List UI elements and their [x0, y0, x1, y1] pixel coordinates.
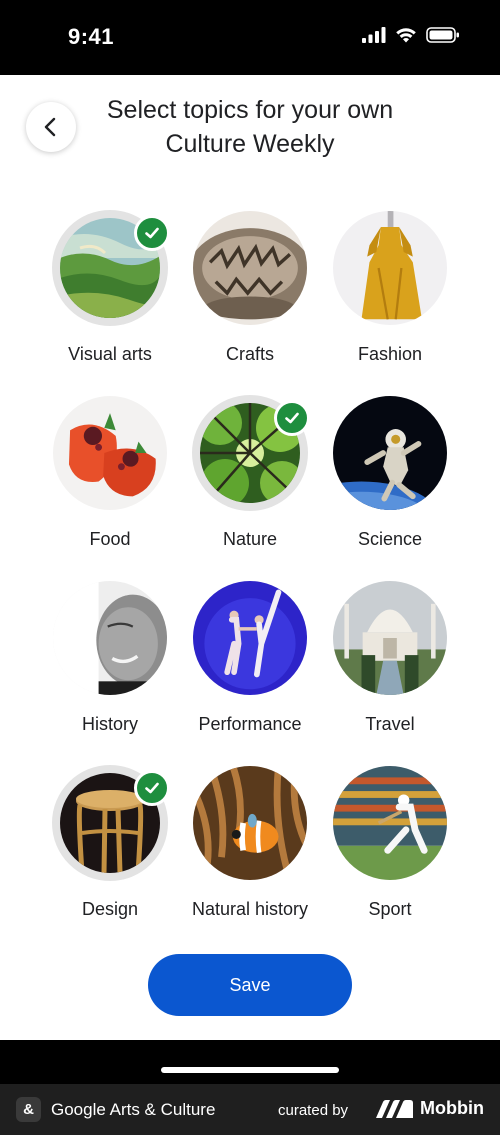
mobbin-brand: Mobbin — [376, 1098, 484, 1119]
status-bar: 9:41 — [0, 0, 500, 75]
topic-image-frame — [52, 210, 170, 326]
topic-food[interactable]: Food — [35, 395, 185, 550]
sport-image — [333, 766, 447, 880]
fashion-image — [333, 211, 447, 325]
crafts-image — [193, 211, 307, 325]
topic-label: Design — [81, 899, 139, 919]
topic-image-frame — [332, 395, 448, 511]
topic-performance[interactable]: Performance — [175, 580, 325, 735]
topic-label: Sport — [368, 899, 412, 919]
topic-label: Natural history — [191, 899, 309, 919]
topic-label: History — [81, 714, 138, 734]
topic-nature[interactable]: Nature — [175, 395, 325, 550]
travel-image — [333, 581, 447, 695]
status-time: 9:41 — [68, 24, 115, 49]
topic-selection-screen: Select topics for your own Culture Weekl… — [0, 75, 500, 1040]
topic-image-frame — [332, 210, 448, 326]
history-image — [53, 581, 167, 695]
topic-image-frame — [52, 765, 170, 881]
topic-crafts[interactable]: Crafts — [175, 210, 325, 365]
topic-visual-arts[interactable]: Visual arts — [35, 210, 185, 365]
topic-design[interactable]: Design — [35, 765, 185, 920]
curated-by-label: curated by — [278, 1102, 349, 1119]
food-image — [53, 396, 167, 510]
topic-image-frame — [332, 580, 448, 696]
natural-history-image — [193, 766, 307, 880]
battery-icon — [426, 27, 459, 43]
selected-check-icon — [274, 400, 310, 436]
topic-science[interactable]: Science — [315, 395, 465, 550]
topic-image-frame — [52, 395, 168, 511]
selected-check-icon — [134, 770, 170, 806]
topic-image-frame — [192, 395, 310, 511]
topic-travel[interactable]: Travel — [315, 580, 465, 735]
topic-label: Performance — [198, 714, 302, 734]
topic-history[interactable]: History — [35, 580, 185, 735]
mobbin-logo-icon — [376, 1099, 413, 1118]
topic-image-frame — [192, 210, 308, 326]
topic-label: Travel — [365, 714, 415, 734]
performance-image — [193, 581, 307, 695]
page-title: Select topics for your own Culture Weekl… — [106, 96, 394, 158]
topic-label: Food — [89, 529, 131, 549]
topic-natural-history[interactable]: Natural history — [175, 765, 325, 920]
save-button[interactable]: Save — [148, 954, 352, 1016]
app-icon: & — [16, 1097, 41, 1122]
topic-label: Nature — [222, 529, 278, 549]
signal-icon — [362, 27, 386, 43]
back-button[interactable] — [26, 102, 76, 152]
home-indicator-area — [0, 1040, 500, 1084]
topic-image-frame — [52, 580, 168, 696]
brand-name: Mobbin — [420, 1098, 484, 1118]
status-icons — [362, 27, 460, 43]
topic-sport[interactable]: Sport — [315, 765, 465, 920]
topic-image-frame — [192, 580, 308, 696]
home-indicator[interactable] — [161, 1067, 339, 1073]
topic-label: Fashion — [357, 344, 423, 364]
attribution-footer: & Google Arts & Culture curated by Mobbi… — [0, 1084, 500, 1135]
wifi-icon — [396, 28, 416, 43]
topic-image-frame — [332, 765, 448, 881]
selected-check-icon — [134, 215, 170, 251]
science-image — [333, 396, 447, 510]
topic-label: Science — [357, 529, 423, 549]
app-name: Google Arts & Culture — [51, 1100, 216, 1119]
topic-label: Visual arts — [68, 344, 152, 364]
topic-fashion[interactable]: Fashion — [315, 210, 465, 365]
back-arrow-icon — [44, 117, 56, 137]
topic-label: Crafts — [225, 344, 274, 364]
topic-image-frame — [192, 765, 308, 881]
